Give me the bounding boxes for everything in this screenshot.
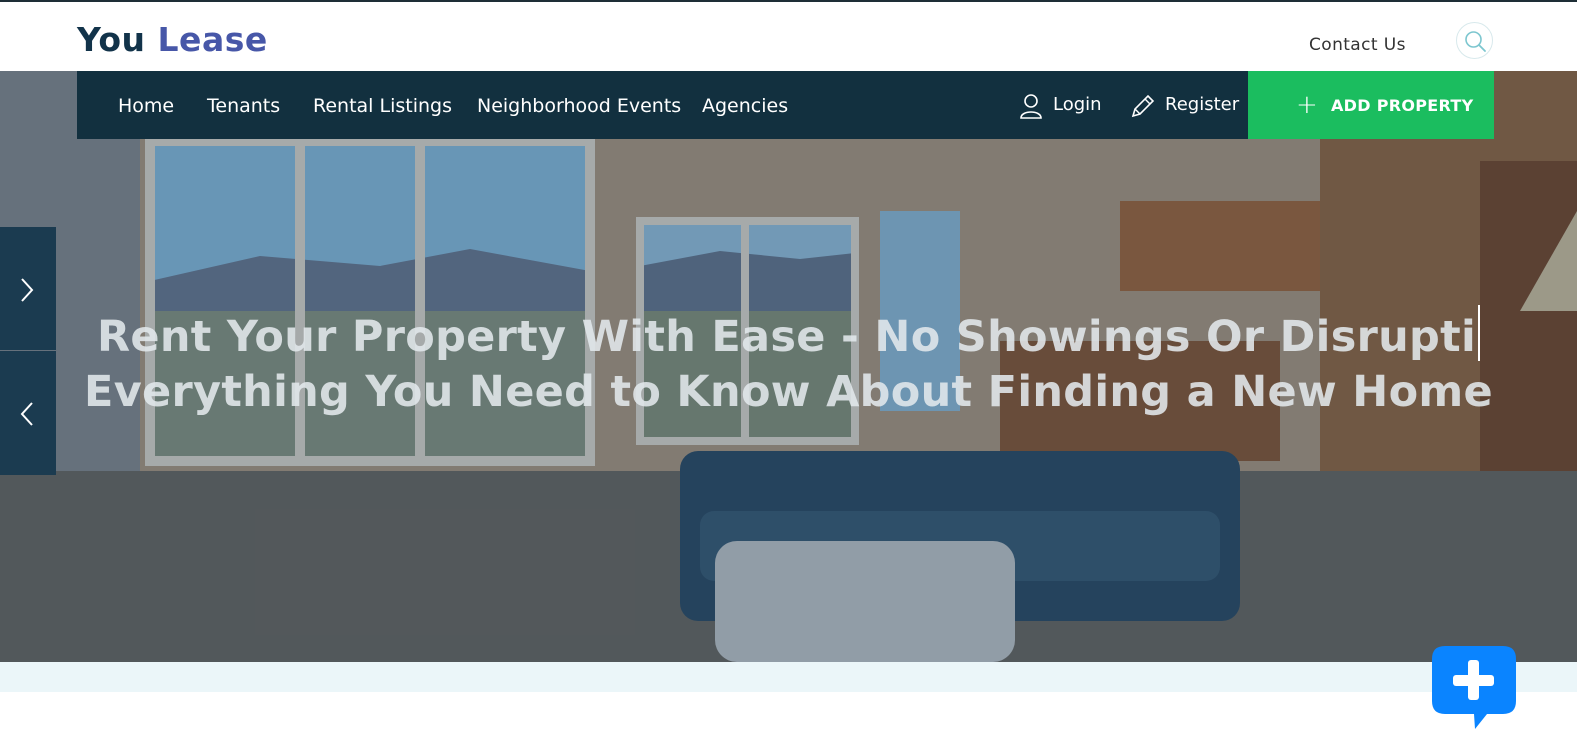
hero-headline-2: Everything You Need to Know About Findin… bbox=[84, 367, 1493, 417]
search-icon bbox=[1465, 31, 1486, 52]
search-button[interactable] bbox=[1456, 22, 1493, 59]
section-divider bbox=[0, 662, 1577, 692]
login-link[interactable]: Login bbox=[1020, 93, 1110, 121]
pencil-icon bbox=[1131, 94, 1155, 118]
login-label: Login bbox=[1053, 94, 1102, 115]
register-label: Register bbox=[1165, 94, 1240, 115]
plus-chat-icon bbox=[1432, 646, 1516, 729]
hero-headline-1: Rent Your Property With Ease - No Showin… bbox=[96, 312, 1477, 362]
contact-us-link[interactable]: Contact Us bbox=[1309, 35, 1406, 55]
site-logo[interactable]: You Lease bbox=[77, 20, 268, 59]
hero-headline-typing: Rent Your Property With Ease - No Showin… bbox=[0, 305, 1577, 362]
plus-icon: + bbox=[1296, 90, 1318, 120]
nav-item-neighborhood-events[interactable]: Neighborhood Events bbox=[477, 95, 681, 117]
nav-item-agencies[interactable]: Agencies bbox=[702, 95, 788, 117]
nav-item-rental-listings[interactable]: Rental Listings bbox=[313, 95, 452, 117]
chevron-right-icon bbox=[21, 278, 34, 302]
add-property-button[interactable]: + ADD PROPERTY bbox=[1248, 71, 1494, 139]
add-property-label: ADD PROPERTY bbox=[1331, 96, 1474, 115]
site-header: You Lease Contact Us bbox=[0, 2, 1577, 71]
register-link[interactable]: Register bbox=[1130, 93, 1240, 121]
chat-widget-button[interactable] bbox=[1431, 645, 1517, 731]
nav-item-tenants[interactable]: Tenants bbox=[207, 95, 280, 117]
nav-item-home[interactable]: Home bbox=[118, 95, 174, 117]
user-icon bbox=[1020, 94, 1042, 119]
logo-text-you: You bbox=[77, 20, 146, 59]
typing-caret bbox=[1478, 305, 1481, 361]
logo-text-lease: Lease bbox=[157, 20, 268, 59]
main-navbar: Home Tenants Rental Listings Neighborhoo… bbox=[77, 71, 1248, 139]
